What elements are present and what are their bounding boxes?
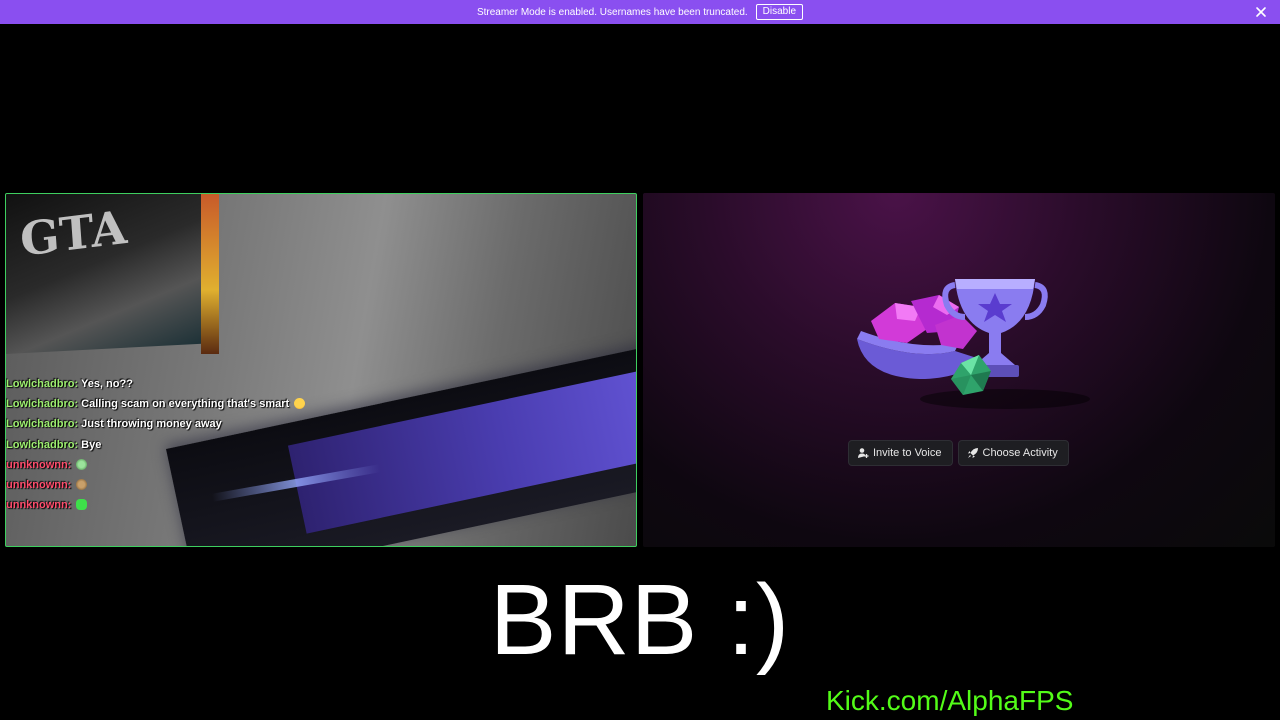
chat-message: Lowlchadbro: Just throwing money away	[6, 414, 406, 434]
choose-activity-button[interactable]: Choose Activity	[957, 440, 1069, 466]
chat-username: Lowlchadbro:	[6, 438, 79, 451]
chat-username: Lowlchadbro:	[6, 418, 79, 431]
laughing-emoji-icon	[294, 398, 306, 410]
chat-username: Lowlchadbro:	[6, 398, 79, 411]
chat-message: unnknownn:	[6, 475, 406, 495]
emote-2-icon	[76, 478, 88, 490]
chat-message: unnknownn:	[6, 495, 406, 515]
chat-text: Just throwing money away	[81, 418, 222, 431]
chat-text: Calling scam on everything that's smart	[81, 398, 290, 411]
chat-text: Yes, no??	[80, 378, 133, 390]
activity-tile: Invite to Voice Choose Activity	[643, 193, 1275, 547]
add-person-icon	[858, 448, 869, 458]
banner-text: Streamer Mode is enabled. Usernames have…	[476, 6, 748, 18]
wall-poster-image: GTA	[6, 194, 214, 354]
invite-to-voice-label: Invite to Voice	[873, 447, 942, 459]
emote-1-icon	[76, 458, 88, 470]
brb-text: BRB :)	[489, 564, 791, 676]
kick-channel-link: Kick.com/AlphaFPS	[826, 685, 1074, 716]
close-icon[interactable]	[1254, 5, 1268, 19]
green-emote-icon	[76, 499, 88, 511]
chat-message: Lowlchadbro: Yes, no??	[6, 374, 406, 394]
chat-message: unnknownn:	[6, 455, 406, 475]
invite-to-voice-button[interactable]: Invite to Voice	[848, 440, 953, 466]
disable-streamer-mode-button[interactable]: Disable	[755, 4, 804, 20]
trophy-gems-illustration	[857, 279, 1090, 409]
chat-overlay: Lowlchadbro: Yes, no?? Lowlchadbro: Call…	[6, 374, 406, 515]
camera-video-tile[interactable]: GTA Lowlchadbro: Yes, no?? Lowlchadbro: …	[5, 193, 637, 547]
choose-activity-label: Choose Activity	[982, 447, 1058, 459]
chat-username: unnknownn:	[6, 478, 72, 491]
streamer-mode-banner: Streamer Mode is enabled. Usernames have…	[0, 0, 1280, 24]
chat-username: Lowlchadbro:	[6, 378, 79, 390]
poster-edge	[201, 194, 219, 354]
rocket-icon	[967, 448, 978, 458]
chat-username: unnknownn:	[6, 499, 72, 512]
chat-message: Lowlchadbro: Calling scam on everything …	[6, 394, 406, 414]
chat-text: Bye	[81, 438, 102, 451]
chat-username: unnknownn:	[6, 458, 72, 471]
chat-message: Lowlchadbro: Bye	[6, 435, 406, 455]
